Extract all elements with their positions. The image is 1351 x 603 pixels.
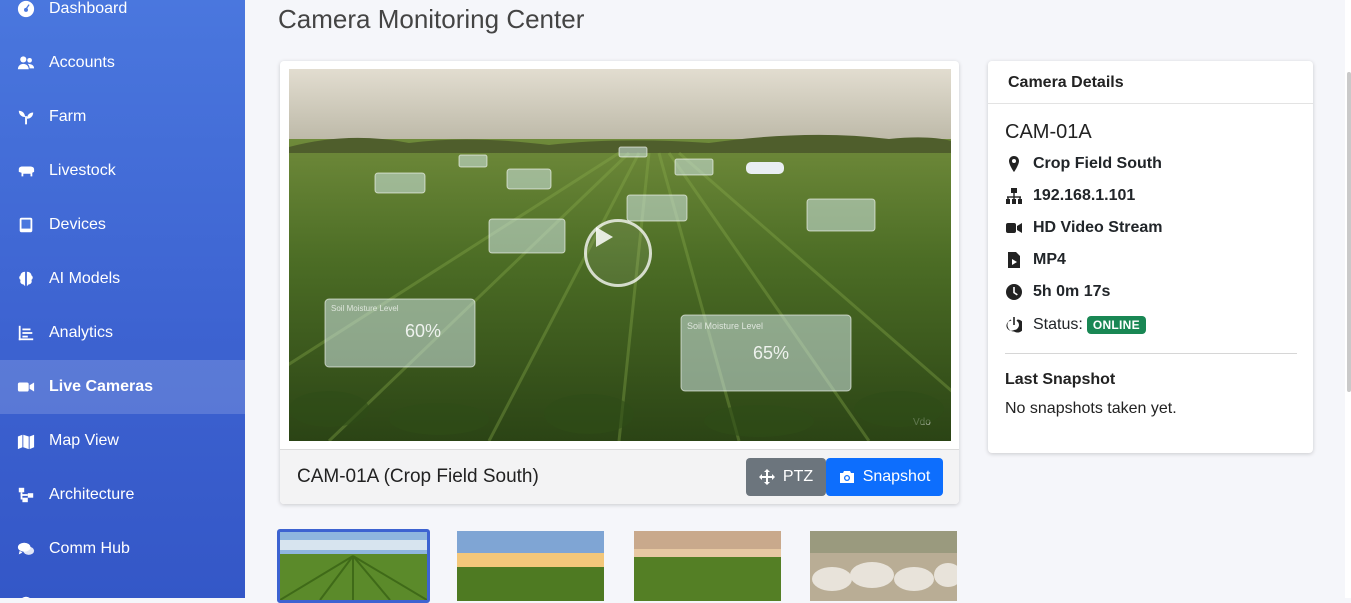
sidebar-item-label: Dashboard [49, 0, 128, 17]
overlay-value-right: 65% [753, 343, 789, 363]
arrows-move-icon [758, 469, 775, 485]
seedling-icon [16, 107, 36, 127]
page-title: Camera Monitoring Center [278, 4, 585, 34]
thumbnail-image [810, 531, 957, 601]
video-footer: CAM-01A (Crop Field South) PTZ Snapshot [280, 449, 959, 504]
cow-icon [16, 161, 36, 181]
chart-line-icon [16, 323, 36, 343]
camera-details-card: Camera Details CAM-01A Crop Field South … [988, 61, 1313, 453]
power-icon [1005, 316, 1023, 334]
overlay-label-right: Soil Moisture Level [687, 321, 763, 331]
thumbnail-crop-rows-sky[interactable] [277, 529, 430, 603]
sidebar-item-farm[interactable]: Farm [0, 90, 245, 144]
last-snapshot-title: Last Snapshot [1005, 371, 1116, 388]
thumbnail-image [457, 531, 604, 601]
sidebar-item-label: Analytics [49, 324, 114, 341]
users-icon [16, 53, 36, 73]
play-icon [596, 227, 613, 247]
camera-ip-row: 192.168.1.101 [1005, 185, 1135, 207]
camera-ip: 192.168.1.101 [1033, 187, 1136, 204]
camera-format: MP4 [1033, 251, 1066, 268]
camera-stream-row: HD Video Stream [1005, 217, 1163, 239]
sidebar-item-label: AI Models [49, 270, 121, 287]
ptz-button[interactable]: PTZ [746, 458, 826, 496]
camera-uptime-row: 5h 0m 17s [1005, 281, 1110, 303]
sitemap-icon [16, 485, 36, 505]
ptz-button-label: PTZ [782, 468, 814, 485]
snapshot-button[interactable]: Snapshot [826, 458, 943, 496]
camera-format-row: MP4 [1005, 249, 1066, 271]
video-player-card: 60% 65% Soil Moisture Level Soil Moistur… [280, 61, 959, 504]
sidebar-item-label: Architecture [49, 486, 135, 503]
thumbnail-image [280, 532, 427, 600]
snapshot-button-label: Snapshot [862, 468, 931, 485]
sidebar-item-analytics[interactable]: Analytics [0, 306, 245, 360]
sidebar: Dashboard Accounts Farm Livestock Device… [0, 0, 245, 598]
tablet-icon [16, 215, 36, 235]
status-badge: ONLINE [1086, 316, 1146, 334]
status-label: Status: [1033, 316, 1083, 333]
overlay-label-left: Soil Moisture Level [331, 304, 399, 313]
thumbnail-image [634, 531, 781, 601]
play-button[interactable] [584, 219, 652, 287]
scrollbar-thumb[interactable] [1347, 72, 1351, 392]
sidebar-item-label: Accounts [49, 54, 115, 71]
camera-location: Crop Field South [1033, 155, 1162, 172]
sidebar-item-devices[interactable]: Devices [0, 198, 245, 252]
sidebar-item-label: Livestock [49, 162, 116, 179]
sidebar-item-label: Map View [49, 432, 119, 449]
clock-icon [1005, 283, 1023, 301]
map-icon [16, 431, 36, 451]
sidebar-item-more[interactable] [0, 576, 245, 598]
sidebar-item-label: Comm Hub [49, 540, 130, 557]
sidebar-item-comm-hub[interactable]: Comm Hub [0, 522, 245, 576]
file-video-icon [1005, 251, 1023, 269]
video-camera-icon [1005, 219, 1023, 237]
camera-icon [839, 471, 854, 483]
video-player[interactable]: 60% 65% Soil Moisture Level Soil Moistur… [289, 69, 951, 441]
last-snapshot-text: No snapshots taken yet. [1005, 400, 1177, 417]
dashboard-icon [16, 0, 36, 19]
thumbnail-corn-field-dusk[interactable] [634, 531, 781, 601]
map-pin-icon [1005, 155, 1023, 173]
sidebar-item-live-cameras[interactable]: Live Cameras [0, 360, 245, 414]
sidebar-item-map-view[interactable]: Map View [0, 414, 245, 468]
sidebar-item-livestock[interactable]: Livestock [0, 144, 245, 198]
sidebar-item-accounts[interactable]: Accounts [0, 36, 245, 90]
camera-status-row: Status: ONLINE [1005, 314, 1146, 336]
sidebar-item-label: Farm [49, 108, 87, 125]
network-icon [1005, 187, 1023, 205]
gear-icon [16, 593, 36, 598]
camera-id: CAM-01A [1005, 121, 1092, 143]
thumbnail-cattle-herd[interactable] [810, 531, 957, 601]
video-icon [16, 377, 36, 397]
thumbnail-corn-field-sunset[interactable] [457, 531, 604, 601]
sidebar-item-label: Live Cameras [49, 378, 154, 395]
details-divider [1005, 353, 1297, 354]
overlay-value-left: 60% [405, 321, 441, 341]
video-caption: CAM-01A (Crop Field South) [297, 466, 539, 487]
brain-icon [16, 269, 36, 289]
sidebar-item-dashboard[interactable]: Dashboard [0, 0, 245, 36]
camera-details-header: Camera Details [988, 61, 1313, 104]
sidebar-item-ai-models[interactable]: AI Models [0, 252, 245, 306]
sidebar-item-architecture[interactable]: Architecture [0, 468, 245, 522]
camera-location-row: Crop Field South [1005, 153, 1162, 175]
sidebar-item-label: Devices [49, 216, 106, 233]
camera-stream: HD Video Stream [1033, 219, 1163, 236]
camera-uptime: 5h 0m 17s [1033, 283, 1111, 300]
comments-icon [16, 539, 36, 559]
